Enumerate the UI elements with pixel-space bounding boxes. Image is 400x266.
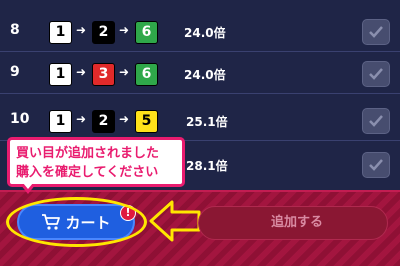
tooltip-tail-inner [23,183,33,189]
bet-row[interactable]: 10 1 ➜ 2 ➜ 5 25.1倍 [0,101,400,141]
tooltip-line-2: 購入を確定してください [16,165,159,180]
bet-rank: 9 [10,64,20,80]
checkmark-icon [369,159,383,171]
arrow-icon: ➜ [76,65,87,79]
odds-value: 24.0倍 [184,26,226,40]
arrow-icon: ➜ [119,112,130,126]
boat-number: 2 [92,21,115,44]
arrow-icon: ➜ [119,65,130,79]
odds-value: 24.0倍 [184,68,226,82]
cart-added-tooltip: 買い目が追加されました 購入を確定してください [7,137,185,187]
pointer-arrow-icon [149,200,201,242]
bet-rank: 8 [10,22,20,38]
add-button[interactable]: 追加する [198,206,388,240]
checkmark-icon [369,26,383,38]
select-checkbox[interactable] [362,152,390,178]
cart-highlight-ring [6,197,147,247]
select-checkbox[interactable] [362,61,390,87]
checkmark-icon [369,115,383,127]
boat-number: 5 [135,110,158,133]
odds-value: 28.1倍 [186,159,228,173]
bet-row[interactable]: 8 1 ➜ 2 ➜ 6 24.0倍 [0,12,400,52]
checkmark-icon [369,68,383,80]
select-checkbox[interactable] [362,19,390,45]
bet-rank: 10 [10,111,30,127]
arrow-icon: ➜ [76,112,87,126]
odds-value: 25.1倍 [186,115,228,129]
boat-number: 6 [135,63,158,86]
boat-number: 1 [49,21,72,44]
tooltip-line-1: 買い目が追加されました [16,146,160,161]
boat-number: 1 [49,63,72,86]
boat-number: 3 [92,63,115,86]
arrow-icon: ➜ [119,23,130,37]
boat-number: 1 [49,110,72,133]
bet-row[interactable]: 9 1 ➜ 3 ➜ 6 24.0倍 [0,54,400,94]
arrow-icon: ➜ [76,23,87,37]
select-checkbox[interactable] [362,108,390,134]
boat-number: 6 [135,21,158,44]
boat-number: 2 [92,110,115,133]
